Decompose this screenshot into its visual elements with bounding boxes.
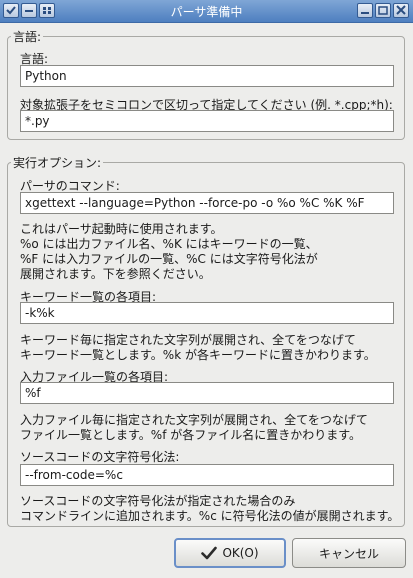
ok-button[interactable]: OK(O) (174, 538, 286, 568)
file-description: 入力ファイル毎に指定された文字列が展開され、全てをつなげて ファイル一覧とします… (20, 413, 368, 442)
ok-button-label: OK(O) (222, 546, 259, 560)
keyword-description: キーワード毎に指定された文字列が展開され、全てをつなげて キーワード一覧とします… (20, 333, 376, 362)
close-icon[interactable] (393, 3, 409, 18)
window-title: パーサ準備中 (170, 5, 243, 19)
cancel-button-label: キャンセル (318, 546, 379, 561)
title-bar: パーサ準備中 (0, 0, 413, 23)
keyword-field[interactable]: -k%k (20, 302, 394, 324)
file-field[interactable]: %f (20, 382, 394, 404)
charset-description: ソースコードの文字符号化法が指定された場合のみ コマンドラインに追加されます。%… (20, 494, 400, 523)
charset-field[interactable]: --from-code=%c (20, 464, 394, 486)
options-group-legend: 実行オプション: (11, 154, 104, 171)
command-field[interactable]: xgettext --language=Python --force-po -o… (20, 192, 394, 214)
charset-label: ソースコードの文字符号化法: (20, 450, 180, 464)
extension-field[interactable]: *.py (20, 110, 394, 132)
command-description: これはパーサ起動時に使用されます。 %o には出力ファイル名、%K にはキーワー… (20, 222, 318, 281)
checkmark-icon (201, 546, 218, 560)
cancel-button[interactable]: キャンセル (292, 538, 406, 568)
language-group-legend: 言語: (11, 28, 44, 45)
maximize-icon[interactable] (375, 3, 391, 18)
minimize-button-icon[interactable] (357, 3, 373, 18)
language-field[interactable]: Python (20, 65, 394, 87)
